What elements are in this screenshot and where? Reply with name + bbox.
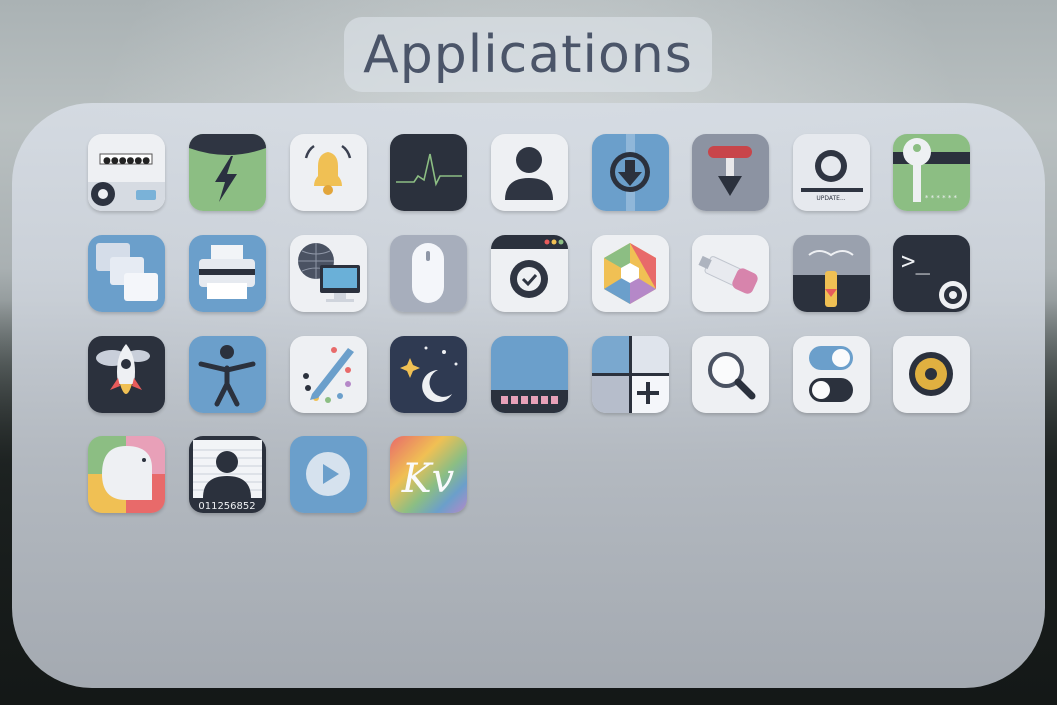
app-mouse[interactable] bbox=[390, 235, 467, 312]
app-add-workspace[interactable] bbox=[592, 336, 669, 413]
toggle-switches-icon bbox=[793, 336, 870, 413]
photos-icon bbox=[592, 235, 669, 312]
app-rocket-launcher[interactable] bbox=[88, 336, 165, 413]
app-boot-repair[interactable] bbox=[793, 235, 870, 312]
media-player-icon bbox=[290, 436, 367, 513]
usb-eject-icon bbox=[692, 134, 769, 211]
app-drawing[interactable] bbox=[290, 336, 367, 413]
update-label: UPDATE... bbox=[816, 195, 845, 202]
boot-repair-icon bbox=[793, 235, 870, 312]
app-accessibility[interactable] bbox=[189, 336, 266, 413]
app-photos[interactable] bbox=[592, 235, 669, 312]
app-audio[interactable] bbox=[893, 336, 970, 413]
app-user-id[interactable]: 011256852 bbox=[189, 436, 266, 513]
password-dots: ●●●●●● bbox=[103, 156, 150, 166]
app-krita[interactable]: Kv bbox=[390, 436, 467, 513]
page-title: Applications bbox=[363, 24, 693, 85]
notifications-bell-icon bbox=[290, 134, 367, 211]
system-settings-icon bbox=[491, 235, 568, 312]
krita-logo-text: Kv bbox=[401, 456, 455, 502]
user-id-number: 011256852 bbox=[198, 501, 255, 512]
user-id-card-icon: 011256852 bbox=[189, 436, 266, 513]
terminal-settings-icon: >_ bbox=[893, 235, 970, 312]
search-magnifier-icon bbox=[692, 336, 769, 413]
system-monitor-icon bbox=[390, 134, 467, 211]
krita-kv-icon: Kv bbox=[390, 436, 467, 513]
app-terminal-settings[interactable]: >_ bbox=[893, 235, 970, 312]
network-globe-computer-icon bbox=[290, 235, 367, 312]
workspaces-icon bbox=[88, 235, 165, 312]
add-workspace-icon bbox=[592, 336, 669, 413]
user-accounts-icon bbox=[491, 134, 568, 211]
app-system-monitor[interactable] bbox=[390, 134, 467, 211]
usb-drive-icon bbox=[692, 235, 769, 312]
night-mode-icon bbox=[390, 336, 467, 413]
accessibility-icon bbox=[189, 336, 266, 413]
software-updater-icon: UPDATE... bbox=[793, 134, 870, 211]
applications-title: Applications bbox=[344, 17, 712, 92]
mouse-icon bbox=[390, 235, 467, 312]
app-software-updater[interactable]: UPDATE... bbox=[793, 134, 870, 211]
app-notifications[interactable] bbox=[290, 134, 367, 211]
printer-icon bbox=[189, 235, 266, 312]
chat-bubble-icon bbox=[88, 436, 165, 513]
app-toggle-switches[interactable] bbox=[793, 336, 870, 413]
app-media-player[interactable] bbox=[290, 436, 367, 513]
app-downloader[interactable] bbox=[592, 134, 669, 211]
app-network[interactable] bbox=[290, 235, 367, 312]
audio-speaker-icon bbox=[893, 336, 970, 413]
panel-dock-icon bbox=[491, 336, 568, 413]
app-system-settings[interactable] bbox=[491, 235, 568, 312]
app-night-mode[interactable] bbox=[390, 336, 467, 413]
app-workspaces[interactable] bbox=[88, 235, 165, 312]
power-statistics-icon bbox=[189, 134, 266, 211]
login-settings-icon: ●●●●●● bbox=[88, 134, 165, 211]
passwords-keys-icon: * * * * * * bbox=[893, 134, 970, 211]
app-login-settings[interactable]: ●●●●●● bbox=[88, 134, 165, 211]
app-printer[interactable] bbox=[189, 235, 266, 312]
terminal-prompt: >_ bbox=[901, 247, 930, 275]
drawing-palette-icon bbox=[290, 336, 367, 413]
app-usb-eject[interactable] bbox=[692, 134, 769, 211]
rocket-launcher-icon bbox=[88, 336, 165, 413]
app-passwords-keys[interactable]: * * * * * * bbox=[893, 134, 970, 211]
app-usb-drive[interactable] bbox=[692, 235, 769, 312]
downloader-icon bbox=[592, 134, 669, 211]
app-user-accounts[interactable] bbox=[491, 134, 568, 211]
app-chat[interactable] bbox=[88, 436, 165, 513]
password-stars: * * * * * * bbox=[925, 194, 958, 202]
app-search[interactable] bbox=[692, 336, 769, 413]
app-power-statistics[interactable] bbox=[189, 134, 266, 211]
app-panel-dock[interactable] bbox=[491, 336, 568, 413]
